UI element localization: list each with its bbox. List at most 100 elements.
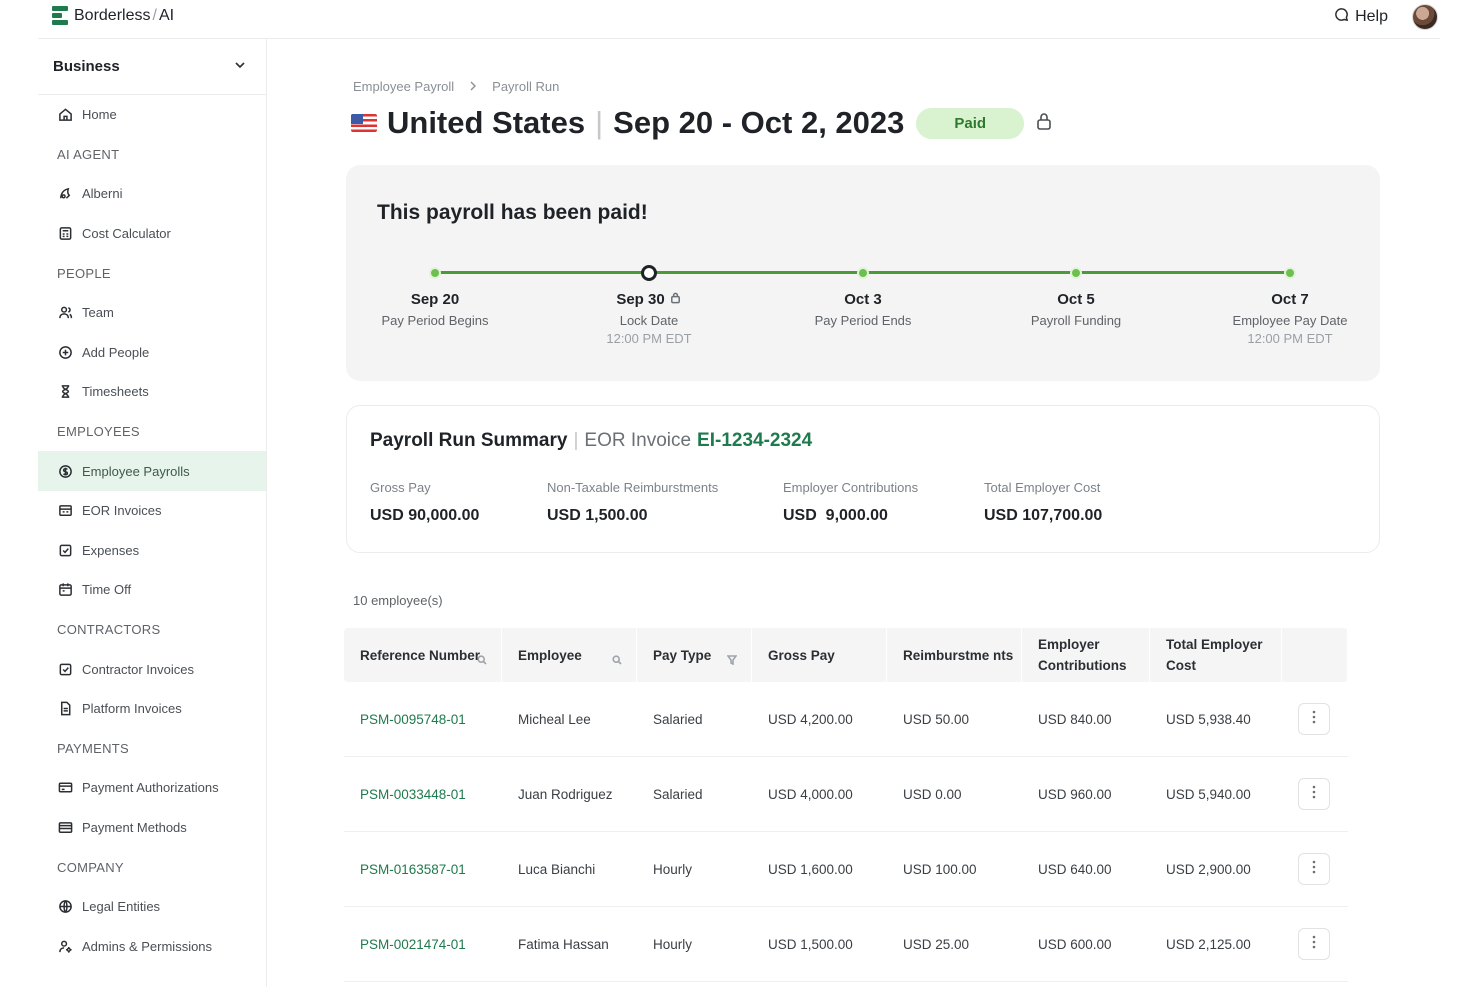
lock-icon (669, 291, 682, 308)
sidebar-item-platform-invoices[interactable]: Platform Invoices (38, 689, 266, 729)
timeline-step: Oct 5 Payroll Funding (986, 291, 1166, 328)
cell-actions (1282, 703, 1348, 735)
page-title: United States | Sep 20 - Oct 2, 2023 (387, 105, 905, 140)
sidebar-item-alberni[interactable]: Alberni (38, 174, 266, 214)
chevron-right-icon (468, 79, 478, 94)
cell-employee: Micheal Lee (518, 711, 591, 727)
cell-employer-contributions: USD 600.00 (1038, 936, 1112, 952)
employee-count: 10 employee(s) (353, 593, 443, 608)
cell-gross-pay: USD 4,000.00 (768, 786, 853, 802)
column-pay-type[interactable]: Pay Type (637, 628, 752, 682)
sidebar-item-label: EOR Invoices (82, 503, 162, 519)
page-header: United States | Sep 20 - Oct 2, 2023 Pai… (351, 103, 1054, 143)
wallet-icon (57, 819, 73, 835)
column-employee[interactable]: Employee (502, 628, 637, 682)
metric-employer-contributions: Employer Contributions USD 9,000.00 (783, 480, 918, 525)
sidebar-item-cost-calculator[interactable]: Cost Calculator (38, 214, 266, 254)
column-gross-pay[interactable]: Gross Pay (752, 628, 887, 682)
payroll-timeline: Sep 20 Pay Period Begins Sep 30 Lock Date 12… (346, 165, 1380, 381)
column-reference-number[interactable]: Reference Number (344, 628, 502, 682)
sidebar-item-payment-methods[interactable]: Payment Methods (38, 808, 266, 848)
cell-pay-type: Salaried (653, 711, 703, 727)
metric-reimbursements: Non-Taxable Reimburstments USD 1,500.00 (547, 480, 718, 525)
sidebar-item-team[interactable]: Team (38, 293, 266, 333)
timeline-step-label: Pay Period Begins (381, 313, 489, 328)
metric-total-employer-cost: Total Employer Cost USD 107,700.00 (984, 480, 1102, 525)
sidebar-item-time-off[interactable]: Time Off (38, 570, 266, 610)
row-actions-button[interactable] (1298, 853, 1330, 885)
logo-mark-icon (52, 6, 68, 26)
sidebar-nav: Home AI AGENT Alberni Cost Calculator PEOPLE… (38, 95, 266, 966)
cell-gross-pay: USD 1,600.00 (768, 861, 853, 877)
search-icon[interactable] (612, 650, 622, 665)
sidebar-item-payment-authorizations[interactable]: Payment Authorizations (38, 768, 266, 808)
timeline-step-label: Pay Period Ends (814, 313, 912, 328)
invoice-link[interactable]: EI-1234-2324 (697, 430, 812, 452)
sidebar-item-label: Platform Invoices (82, 701, 182, 717)
cell-reference-number[interactable]: PSM-0163587-01 (344, 862, 502, 877)
help-button[interactable]: Help (1334, 7, 1388, 27)
workspace-selector[interactable]: Business (38, 39, 266, 95)
sidebar-item-timesheets[interactable]: Timesheets (38, 372, 266, 412)
employee-table: Reference Number Employee Pay Type Gross… (344, 628, 1348, 982)
sidebar-item-label: Contractor Invoices (82, 661, 194, 677)
sidebar-item-contractor-invoices[interactable]: Contractor Invoices (38, 649, 266, 689)
cell-total-employer-cost: USD 2,900.00 (1166, 861, 1251, 877)
chevron-down-icon (234, 58, 246, 75)
sidebar-item-label: Home (82, 107, 117, 123)
search-icon[interactable] (477, 650, 487, 665)
breadcrumb-employee-payroll[interactable]: Employee Payroll (353, 79, 454, 94)
metric-label: Employer Contributions (783, 480, 919, 495)
calculator-icon (57, 226, 73, 242)
pay-period: Sep 20 - Oct 2, 2023 (613, 105, 905, 140)
table-row[interactable]: PSM-0095748-01 Micheal Lee Salaried USD 4,2… (344, 682, 1348, 757)
cell-reference-number[interactable]: PSM-0033448-01 (344, 787, 502, 802)
sidebar-item-admins-permissions[interactable]: Admins & Permissions (38, 926, 266, 966)
user-avatar[interactable] (1412, 4, 1438, 30)
help-label: Help (1355, 8, 1388, 25)
sidebar-item-legal-entities[interactable]: Legal Entities (38, 887, 266, 927)
expense-icon (57, 542, 73, 558)
sidebar-item-label: Time Off (82, 582, 132, 598)
document-icon (57, 701, 73, 717)
cell-actions (1282, 928, 1348, 960)
cell-pay-type: Hourly (653, 936, 693, 952)
cell-gross-pay: USD 4,200.00 (768, 711, 853, 727)
cell-gross-pay: USD 1,500.00 (768, 936, 853, 952)
timeline-step-dot (429, 266, 441, 279)
brand-name: Borderless (74, 7, 151, 24)
timeline-step: Sep 30 Lock Date 12:00 PM EDT (559, 291, 739, 346)
table-row[interactable]: PSM-0021474-01 Fatima Hassan Hourly USD 1,5… (344, 907, 1348, 982)
sidebar-item-home[interactable]: Home (38, 95, 266, 135)
table-row[interactable]: PSM-0033448-01 Juan Rodriguez Salaried USD … (344, 757, 1348, 832)
timeline-step-dot (1284, 266, 1296, 279)
sidebar-item-eor-invoices[interactable]: EOR Invoices (38, 491, 266, 531)
row-actions-button[interactable] (1298, 778, 1330, 810)
timeline-step-label: Employee Pay Date (1232, 313, 1348, 328)
column-employer-contributions[interactable]: Employer Contributions (1022, 628, 1150, 682)
invoice-label: EOR Invoice (584, 430, 692, 451)
country-name: United States (387, 105, 586, 140)
sidebar-item-employee-payrolls[interactable]: Employee Payrolls (38, 451, 266, 491)
cell-reference-number[interactable]: PSM-0095748-01 (344, 712, 502, 727)
payroll-summary-card: Payroll Run Summary | EOR Invoice EI-123… (346, 405, 1380, 553)
table-row[interactable]: PSM-0163587-01 Luca Bianchi Hourly USD 1,60… (344, 832, 1348, 907)
cell-employer-contributions: USD 640.00 (1038, 861, 1112, 877)
cell-employee: Luca Bianchi (518, 861, 596, 877)
logo[interactable]: Borderless / AI (52, 6, 174, 26)
sidebar-item-label: Alberni (82, 186, 123, 202)
sidebar-item-expenses[interactable]: Expenses (38, 531, 266, 571)
filter-icon[interactable] (726, 650, 738, 666)
column-total-employer-cost[interactable]: Total Employer Cost (1150, 628, 1282, 682)
row-actions-button[interactable] (1298, 928, 1330, 960)
timeline-step-label: Payroll Funding (1030, 313, 1122, 328)
cell-reference-number[interactable]: PSM-0021474-01 (344, 937, 502, 952)
metric-label: Non-Taxable Reimburstments (547, 480, 719, 495)
sidebar-item-label: Team (82, 305, 114, 321)
invoice-icon (57, 503, 73, 519)
column-reimbursements[interactable]: Reimburstme nts (887, 628, 1022, 682)
cell-reimbursements: USD 0.00 (903, 786, 962, 802)
row-actions-button[interactable] (1298, 703, 1330, 735)
cell-reimbursements: USD 25.00 (903, 936, 970, 952)
sidebar-item-add-people[interactable]: Add People (38, 333, 266, 373)
